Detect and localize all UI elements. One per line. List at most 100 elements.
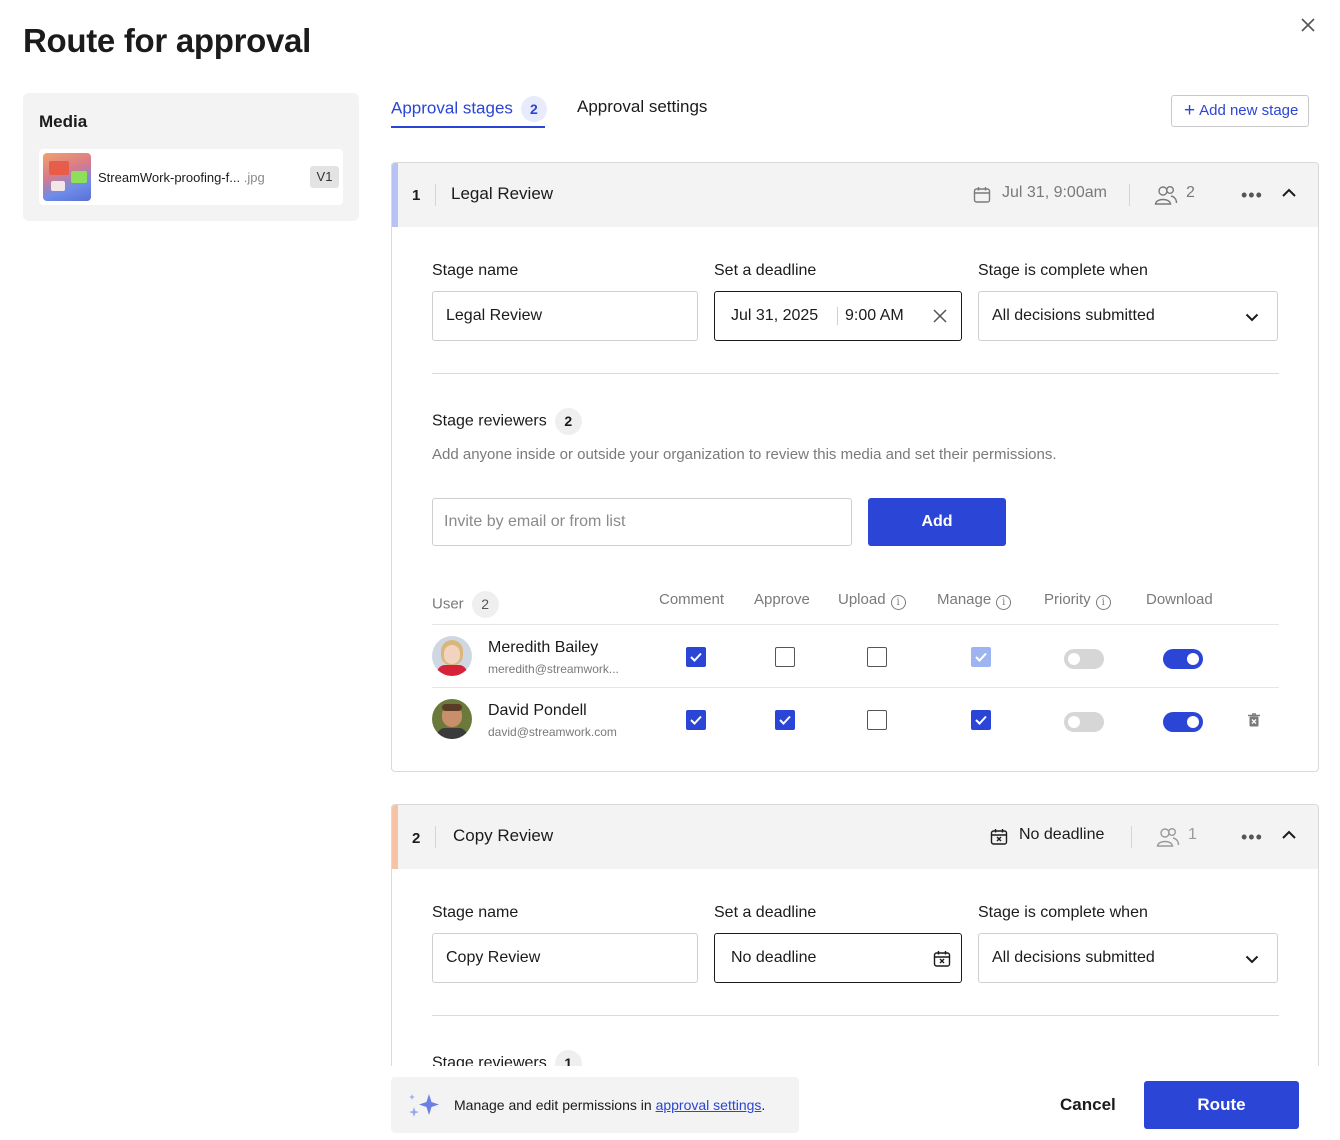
user-name: Meredith Bailey	[488, 639, 599, 656]
download-toggle[interactable]	[1163, 649, 1203, 669]
add-new-stage-button[interactable]: + Add new stage	[1171, 95, 1309, 127]
stage-name-label: Stage name	[432, 262, 519, 279]
plus-icon: +	[1184, 100, 1196, 121]
more-options-icon[interactable]: •••	[1241, 827, 1263, 848]
stage-name-input[interactable]: Legal Review	[432, 291, 698, 341]
stage-card-1: 1 Legal Review Jul 31, 9:00am 2 ••• Stag…	[391, 162, 1319, 772]
priority-toggle[interactable]	[1064, 649, 1104, 669]
divider	[837, 307, 838, 325]
stage-deadline-summary: No deadline	[1019, 826, 1105, 843]
priority-toggle[interactable]	[1064, 712, 1104, 732]
upload-checkbox[interactable]	[867, 710, 887, 730]
approve-checkbox[interactable]	[775, 647, 795, 667]
add-button[interactable]: Add	[868, 498, 1006, 546]
stage-reviewers-heading: Stage reviewers 1	[432, 1050, 582, 1066]
user-column-label: User	[432, 595, 464, 613]
media-file-name: StreamWork-proofing-f... .jpg	[98, 170, 265, 185]
priority-column-label: Priority	[1044, 591, 1091, 608]
user-name: David Pondell	[488, 702, 587, 719]
avatar	[432, 636, 472, 676]
deadline-time[interactable]: 9:00 AM	[845, 292, 904, 340]
invite-input[interactable]: Invite by email or from list	[432, 498, 852, 546]
tab-approval-stages[interactable]: Approval stages 2	[391, 96, 547, 122]
note-suffix: .	[761, 1097, 766, 1113]
tab-approval-settings[interactable]: Approval settings	[577, 97, 707, 117]
download-column-header: Download	[1146, 591, 1213, 608]
route-button[interactable]: Route	[1144, 1081, 1299, 1129]
deadline-field[interactable]: Jul 31, 2025 9:00 AM	[714, 291, 962, 341]
stage-header[interactable]: 1 Legal Review Jul 31, 9:00am 2 •••	[392, 163, 1318, 227]
tab-active-underline	[391, 126, 545, 128]
reviewers-description: Add anyone inside or outside your organi…	[432, 446, 1057, 463]
manage-checkbox[interactable]	[971, 710, 991, 730]
approve-checkbox[interactable]	[775, 710, 795, 730]
media-panel: Media StreamWork-proofing-f... .jpg V1	[23, 93, 359, 221]
download-toggle[interactable]	[1163, 712, 1203, 732]
complete-when-value: All decisions submitted	[992, 307, 1155, 324]
manage-checkbox	[971, 647, 991, 667]
page-title: Route for approval	[23, 22, 311, 59]
stage-reviewers-label: Stage reviewers	[432, 412, 547, 430]
stage-reviewers-heading: Stage reviewers 2	[432, 408, 582, 435]
stage-header[interactable]: 2 Copy Review No deadline 1 •••	[392, 805, 1318, 869]
calendar-icon	[973, 187, 991, 203]
complete-when-label: Stage is complete when	[978, 904, 1148, 921]
permissions-note-text: Manage and edit permissions in approval …	[454, 1097, 765, 1113]
deadline-date[interactable]: Jul 31, 2025	[731, 292, 818, 340]
deadline-label: Set a deadline	[714, 262, 817, 279]
stage-card-2: 2 Copy Review No deadline 1 ••• Stage na…	[391, 804, 1319, 1066]
note-prefix: Manage and edit permissions in	[454, 1097, 656, 1113]
complete-when-label: Stage is complete when	[978, 262, 1148, 279]
deadline-value: No deadline	[731, 949, 817, 966]
media-heading: Media	[39, 112, 88, 131]
tab-approval-stages-label: Approval stages	[391, 98, 513, 118]
deadline-label: Set a deadline	[714, 904, 817, 921]
deadline-field[interactable]: No deadline	[714, 933, 962, 983]
divider	[432, 624, 1279, 625]
avatar	[432, 699, 472, 739]
info-icon[interactable]: i	[890, 595, 906, 610]
reviewers-count-badge: 2	[554, 408, 582, 435]
divider	[1131, 826, 1132, 848]
stage-title: Copy Review	[453, 826, 554, 845]
approval-settings-link[interactable]: approval settings	[656, 1097, 762, 1113]
chevron-down-icon	[1245, 313, 1259, 322]
clear-icon[interactable]	[932, 308, 948, 324]
reviewers-count-badge: 1	[554, 1050, 582, 1066]
close-icon[interactable]	[1298, 15, 1318, 35]
complete-when-select[interactable]: All decisions submitted	[978, 933, 1278, 983]
comment-checkbox[interactable]	[686, 710, 706, 730]
comment-checkbox[interactable]	[686, 647, 706, 667]
upload-column-header: Upload i	[838, 591, 906, 610]
add-new-stage-label: Add new stage	[1199, 102, 1299, 119]
divider	[435, 826, 436, 848]
complete-when-value: All decisions submitted	[992, 949, 1155, 966]
version-badge: V1	[310, 166, 339, 188]
cancel-button[interactable]: Cancel	[1060, 1095, 1116, 1115]
chevron-up-icon[interactable]	[1281, 827, 1297, 843]
media-thumbnail	[43, 153, 91, 201]
divider	[432, 687, 1279, 688]
permissions-note: Manage and edit permissions in approval …	[391, 1077, 799, 1133]
divider	[432, 1015, 1279, 1016]
complete-when-select[interactable]: All decisions submitted	[978, 291, 1278, 341]
chevron-up-icon[interactable]	[1281, 185, 1297, 201]
upload-checkbox[interactable]	[867, 647, 887, 667]
info-icon[interactable]: i	[1095, 595, 1111, 610]
delete-user-icon[interactable]	[1246, 712, 1262, 728]
divider	[435, 184, 436, 206]
stage-name-input[interactable]: Copy Review	[432, 933, 698, 983]
comment-column-header: Comment	[659, 591, 725, 608]
more-options-icon[interactable]: •••	[1241, 185, 1263, 206]
users-icon	[1156, 828, 1180, 847]
upload-column-label: Upload	[838, 591, 886, 608]
no-deadline-calendar-icon[interactable]	[932, 949, 952, 969]
user-email: david@streamwork.com	[488, 725, 617, 739]
stage-number: 1	[412, 187, 421, 204]
priority-column-header: Priority i	[1044, 591, 1111, 610]
manage-column-header: Manage i	[937, 591, 1012, 610]
media-file-base: StreamWork-proofing-f...	[98, 170, 241, 185]
info-icon[interactable]: i	[996, 595, 1012, 610]
chevron-down-icon	[1245, 955, 1259, 964]
media-item[interactable]: StreamWork-proofing-f... .jpg V1	[39, 149, 343, 205]
